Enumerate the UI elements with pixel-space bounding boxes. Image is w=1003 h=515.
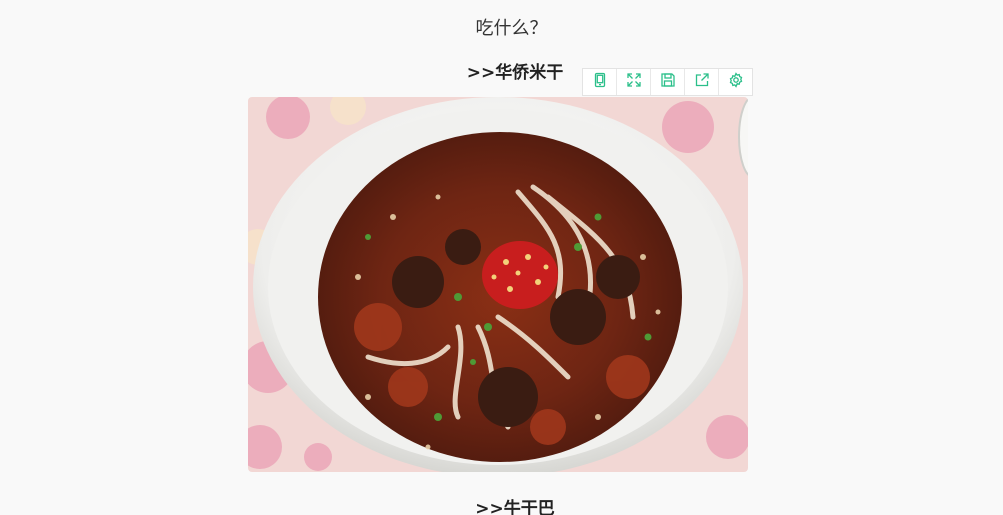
save-icon [660, 72, 676, 92]
mobile-preview-button[interactable] [583, 69, 617, 95]
question-text: 吃什么？ [475, 18, 548, 39]
section-heading-niu-ganba: >>牛干巴 [475, 499, 555, 515]
settings-icon [728, 72, 744, 92]
noodle-photo [248, 97, 748, 472]
fullscreen-icon [626, 72, 642, 92]
share-button[interactable] [685, 69, 719, 95]
article-page: 吃什么？ >>华侨米干 >>牛干巴 [0, 0, 1003, 515]
fullscreen-button[interactable] [617, 69, 651, 95]
share-icon [694, 72, 710, 92]
mobile-preview-icon [592, 72, 608, 92]
settings-button[interactable] [719, 69, 752, 95]
section-heading-huaqiao-migan: >>华侨米干 [466, 63, 564, 83]
image-toolbar [582, 68, 753, 96]
save-button[interactable] [651, 69, 685, 95]
